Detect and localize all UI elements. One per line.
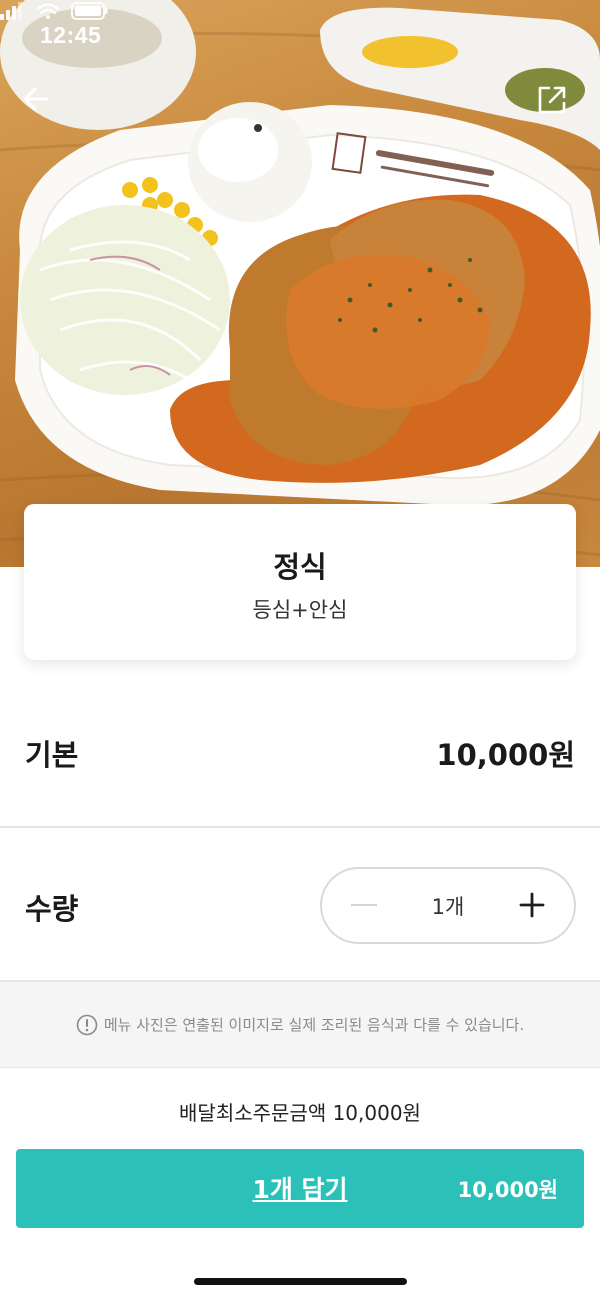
quantity-row: 수량 1개 (0, 830, 600, 982)
back-button[interactable] (21, 84, 65, 128)
base-price-value: 10,000원 (436, 738, 575, 772)
minus-icon (351, 904, 377, 906)
status-bar: 12:45 (0, 0, 600, 74)
quantity-stepper: 1개 (320, 867, 576, 944)
share-button[interactable] (536, 84, 580, 128)
quantity-label: 수량 (25, 892, 79, 926)
wifi-icon (36, 3, 60, 19)
battery-icon (71, 2, 108, 20)
signal-icon (0, 2, 22, 20)
menu-title-card: 정식 등심+안심 (24, 504, 576, 660)
decrease-quantity-button[interactable] (344, 885, 384, 925)
minimum-order-amount: 배달최소주문금액 10,000원 (179, 1101, 421, 1125)
home-indicator[interactable] (194, 1278, 407, 1285)
plus-icon (519, 892, 545, 918)
arrow-left-icon (23, 87, 49, 111)
status-icons (0, 2, 108, 20)
base-price-row: 기본 10,000원 (0, 680, 600, 828)
base-price-label: 기본 (25, 738, 79, 772)
disclaimer-text: 메뉴 사진은 연출된 이미지로 실제 조리된 음식과 다를 수 있습니다. (103, 1016, 525, 1034)
share-external-icon (538, 86, 566, 114)
increase-quantity-button[interactable] (512, 885, 552, 925)
menu-description: 등심+안심 (252, 598, 348, 622)
exclamation-circle-icon (76, 1014, 98, 1035)
status-time: 12:45 (40, 22, 102, 48)
quantity-value: 1개 (431, 895, 465, 919)
food-illustration (0, 0, 600, 557)
add-to-cart-price: 10,000원 (457, 1178, 558, 1202)
photo-disclaimer: 메뉴 사진은 연출된 이미지로 실제 조리된 음식과 다를 수 있습니다. (0, 982, 600, 1068)
menu-photo: 12:45 (0, 0, 600, 567)
menu-name: 정식 (273, 550, 327, 584)
add-to-cart-button[interactable]: 1개 담기 10,000원 (16, 1149, 584, 1228)
menu-detail-screen: 12:45 정식 등심+안심 기본 10,000원 수량 1개 메뉴 사진은 연… (0, 0, 600, 1299)
